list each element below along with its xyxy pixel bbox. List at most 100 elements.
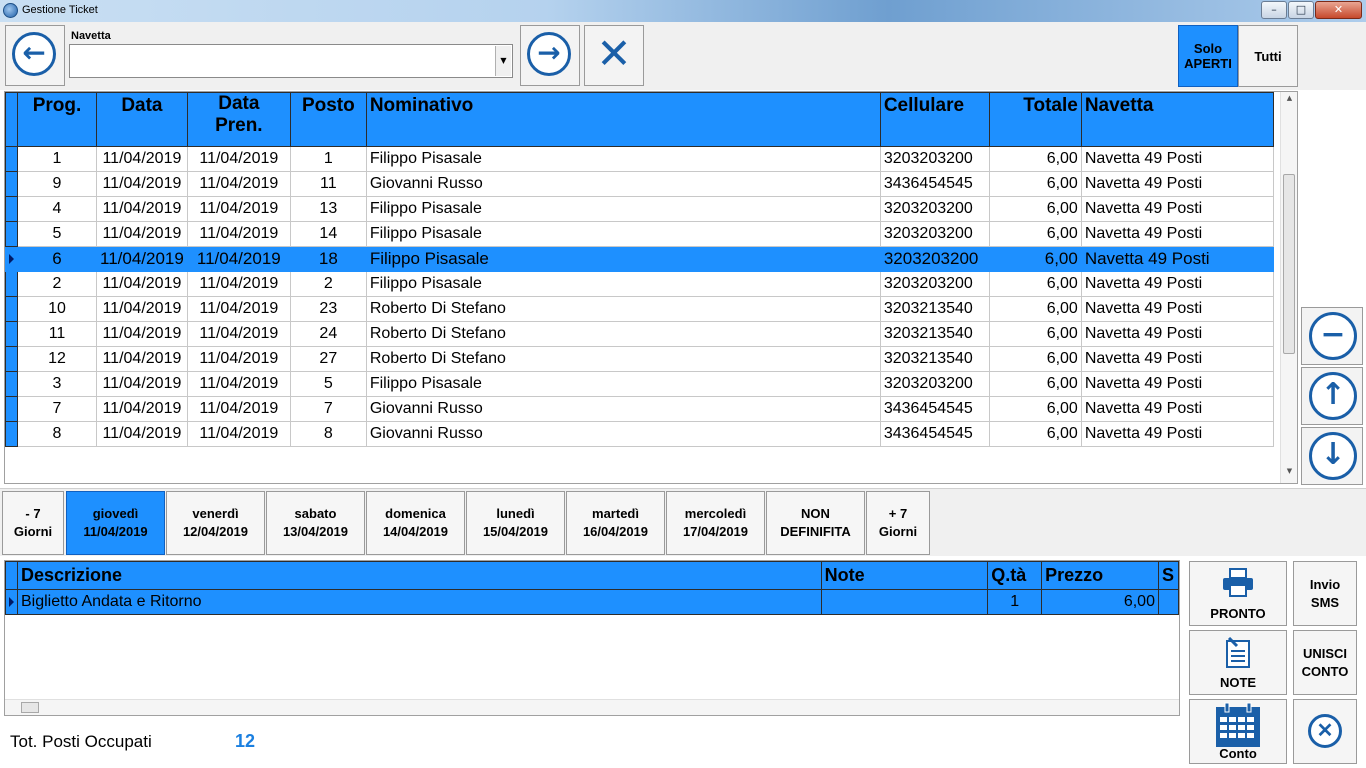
cancel-circle-icon: ✕ xyxy=(1308,714,1342,748)
table-row[interactable]: 11 11/04/2019 11/04/2019 24 Roberto Di Stefa… xyxy=(5,321,1274,347)
close-window-button[interactable]: ✕ xyxy=(1315,1,1362,19)
cancel-button[interactable]: ✕ xyxy=(1293,699,1357,764)
day-button[interactable]: + 7 Giorni xyxy=(866,491,930,555)
table-row[interactable]: 4 11/04/2019 11/04/2019 13 Filippo Pisasale 3… xyxy=(5,196,1274,222)
filter-solo-aperti-button[interactable]: Solo APERTI xyxy=(1178,25,1238,87)
details-row[interactable]: Biglietto Andata e Ritorno 1 6,00 xyxy=(5,589,1179,615)
move-down-button[interactable]: ↓ xyxy=(1301,427,1363,485)
table-cell: 6,00 xyxy=(988,321,1082,347)
column-header-posto[interactable]: Posto xyxy=(289,92,367,147)
clear-button[interactable]: ✕ xyxy=(584,25,644,86)
column-header-note[interactable]: Note xyxy=(820,561,989,590)
table-cell: 11/04/2019 xyxy=(186,346,291,372)
day-button[interactable]: venerdì 12/04/2019 xyxy=(166,491,265,555)
minimize-button[interactable]: – xyxy=(1261,1,1287,19)
table-row[interactable]: 9 11/04/2019 11/04/2019 11 Giovanni Russo 343… xyxy=(5,171,1274,197)
column-header-qta[interactable]: Q.tà xyxy=(987,561,1043,590)
column-header-prog[interactable]: Prog. xyxy=(17,92,97,147)
column-header-data[interactable]: Data xyxy=(96,92,188,147)
table-cell: 5 xyxy=(289,371,367,397)
table-row[interactable]: 8 11/04/2019 11/04/2019 8 Giovanni Russo 3436… xyxy=(5,421,1274,447)
day-button-line2: 15/04/2019 xyxy=(482,524,549,539)
table-row[interactable]: 7 11/04/2019 11/04/2019 7 Giovanni Russo 3436… xyxy=(5,396,1274,422)
next-button[interactable]: → xyxy=(520,25,580,86)
table-row[interactable]: 2 11/04/2019 11/04/2019 2 Filippo Pisasale 32… xyxy=(5,271,1274,297)
column-header-nominativo[interactable]: Nominativo xyxy=(365,92,881,147)
column-header-prezzo[interactable]: Prezzo xyxy=(1041,561,1159,590)
conto-button[interactable]: Conto xyxy=(1189,699,1287,764)
table-row[interactable]: 10 11/04/2019 11/04/2019 23 Roberto Di Stefa… xyxy=(5,296,1274,322)
filter-tutti-button[interactable]: Tutti xyxy=(1238,25,1298,87)
table-row[interactable]: 6 11/04/2019 11/04/2019 18 Filippo Pisasale 3… xyxy=(5,246,1274,272)
table-cell: Filippo Pisasale xyxy=(365,371,881,397)
column-header-data-pren[interactable]: Data Pren. xyxy=(186,92,291,147)
navetta-label: Navetta xyxy=(71,30,111,42)
day-button[interactable]: sabato 13/04/2019 xyxy=(266,491,365,555)
scroll-thumb[interactable] xyxy=(1283,174,1295,354)
maximize-button[interactable]: □ xyxy=(1288,1,1314,19)
tickets-grid[interactable]: Prog. Data Data Pren. Posto Nominativo C… xyxy=(4,91,1298,484)
table-row[interactable]: 5 11/04/2019 11/04/2019 14 Filippo Pisasale 3… xyxy=(5,221,1274,247)
column-header-descrizione[interactable]: Descrizione xyxy=(16,561,822,590)
table-cell: 6,00 xyxy=(988,171,1082,197)
day-button[interactable]: martedì 16/04/2019 xyxy=(566,491,665,555)
table-cell: 3203213540 xyxy=(879,346,990,372)
note-button[interactable]: NOTE xyxy=(1189,630,1287,695)
table-cell: 11/04/2019 xyxy=(96,196,188,222)
day-button-line2: 17/04/2019 xyxy=(682,524,749,539)
table-row[interactable]: 1 11/04/2019 11/04/2019 1 Filippo Pisasale 32… xyxy=(5,146,1274,172)
table-cell: 13 xyxy=(289,196,367,222)
column-header-totale[interactable]: Totale xyxy=(988,92,1082,147)
day-button[interactable]: NON DEFINIFITA xyxy=(766,491,865,555)
details-grid[interactable]: Descrizione Note Q.tà Prezzo S Biglietto… xyxy=(4,560,1180,716)
table-row[interactable]: 3 11/04/2019 11/04/2019 5 Filippo Pisasale 32… xyxy=(5,371,1274,397)
unisci-conto-button[interactable]: UNISCI CONTO xyxy=(1293,630,1357,695)
pronto-label: PRONTO xyxy=(1210,606,1266,621)
day-button[interactable]: - 7 Giorni xyxy=(2,491,64,555)
table-cell: 3203203200 xyxy=(879,371,990,397)
column-header-navetta[interactable]: Navetta xyxy=(1080,92,1274,147)
navetta-select[interactable]: ▼ xyxy=(69,44,513,78)
table-cell: 10 xyxy=(17,296,97,322)
row-indicator xyxy=(5,171,18,197)
vertical-scrollbar[interactable]: ▲ ▼ xyxy=(1280,92,1297,483)
table-cell: 3203213540 xyxy=(879,321,990,347)
day-button-line1: + 7 xyxy=(888,506,908,521)
table-cell: 3203203200 xyxy=(879,221,990,247)
table-cell: 7 xyxy=(289,396,367,422)
column-header-cellulare[interactable]: Cellulare xyxy=(879,92,990,147)
chevron-down-icon[interactable]: ▼ xyxy=(495,46,511,76)
day-button-line2: Giorni xyxy=(878,524,918,539)
day-button-line1: - 7 xyxy=(25,506,41,521)
table-cell: 11/04/2019 xyxy=(96,221,188,247)
table-cell: 11/04/2019 xyxy=(186,371,291,397)
move-up-button[interactable]: ↑ xyxy=(1301,367,1363,425)
row-indicator xyxy=(5,396,18,422)
table-cell: Navetta 49 Posti xyxy=(1080,246,1274,272)
table-cell: Giovanni Russo xyxy=(365,421,881,447)
pronto-button[interactable]: PRONTO xyxy=(1189,561,1287,626)
table-cell: Navetta 49 Posti xyxy=(1080,271,1274,297)
details-table: Descrizione Note Q.tà Prezzo S Biglietto… xyxy=(5,561,1179,615)
day-button[interactable]: lunedì 15/04/2019 xyxy=(466,491,565,555)
day-button[interactable]: domenica 14/04/2019 xyxy=(366,491,465,555)
day-button-line2: 14/04/2019 xyxy=(382,524,449,539)
table-cell: 6,00 xyxy=(988,271,1082,297)
scroll-down-icon[interactable]: ▼ xyxy=(1281,467,1297,481)
scroll-up-icon[interactable]: ▲ xyxy=(1281,94,1297,108)
horizontal-scrollbar[interactable] xyxy=(5,699,1179,715)
hscroll-thumb[interactable] xyxy=(21,702,39,713)
details-cell: 1 xyxy=(987,589,1043,615)
unisci-conto-label: UNISCI CONTO xyxy=(1294,645,1356,681)
day-button[interactable]: mercoledì 17/04/2019 xyxy=(666,491,765,555)
day-button-line2: 16/04/2019 xyxy=(582,524,649,539)
table-cell: 8 xyxy=(289,421,367,447)
remove-row-button[interactable]: − xyxy=(1301,307,1363,365)
invio-sms-button[interactable]: Invio SMS xyxy=(1293,561,1357,626)
table-cell: 23 xyxy=(289,296,367,322)
table-cell: Navetta 49 Posti xyxy=(1080,146,1274,172)
column-header-s[interactable]: S xyxy=(1157,561,1179,590)
table-row[interactable]: 12 11/04/2019 11/04/2019 27 Roberto Di Stefa… xyxy=(5,346,1274,372)
day-button[interactable]: giovedì 11/04/2019 xyxy=(66,491,165,555)
prev-button[interactable]: ← xyxy=(5,25,65,86)
